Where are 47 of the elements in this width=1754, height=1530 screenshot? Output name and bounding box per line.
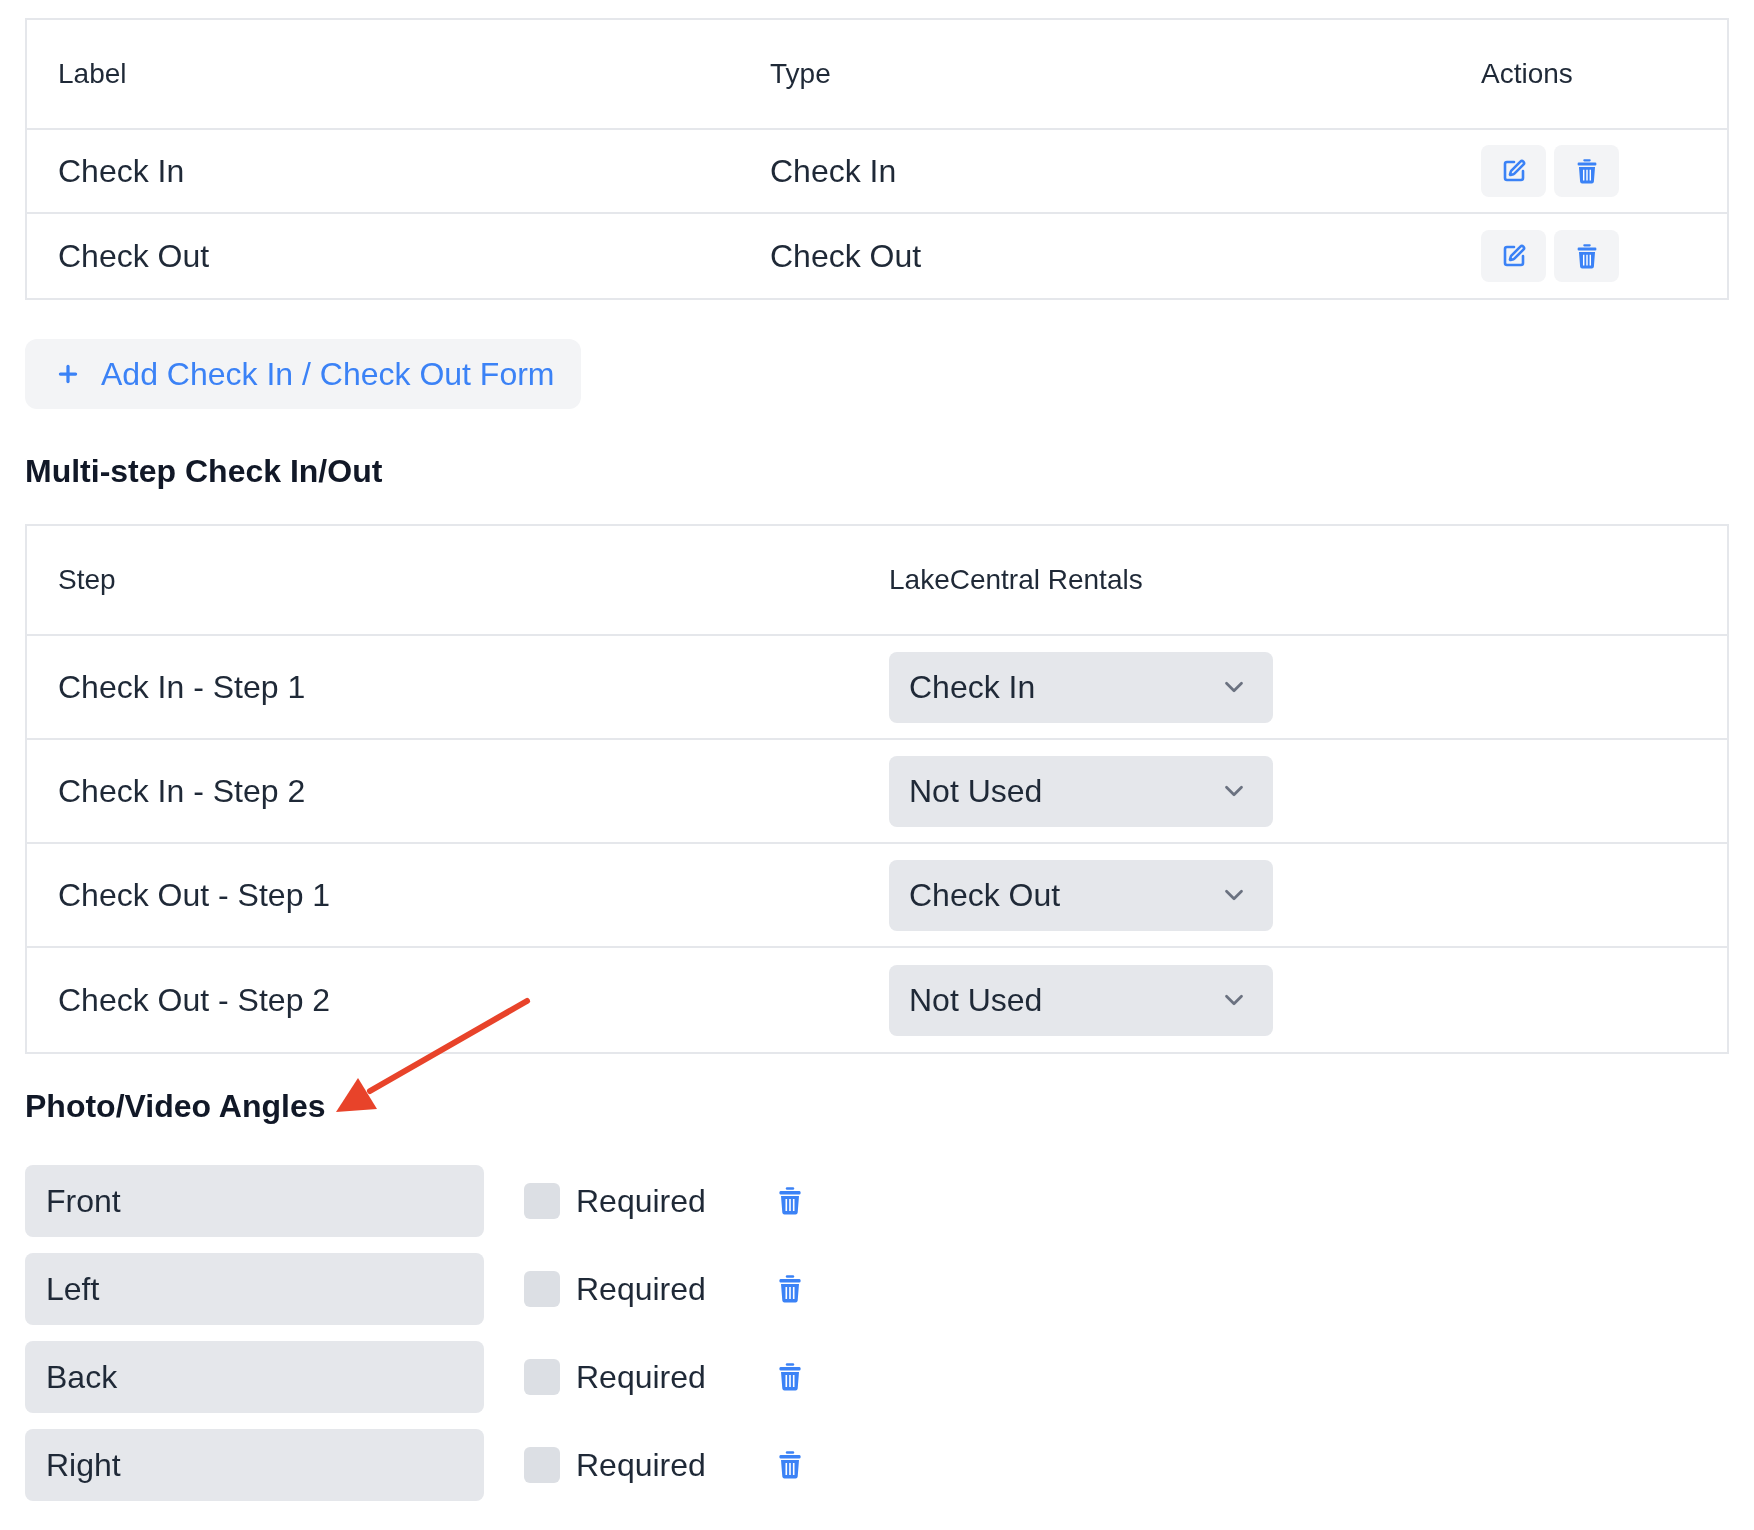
column-header: Type — [770, 58, 831, 89]
required-label: Required — [576, 1182, 706, 1220]
required-checkbox[interactable] — [524, 1447, 560, 1483]
column-header: Label — [58, 58, 127, 89]
angle-name-field[interactable]: Front — [25, 1165, 484, 1237]
delete-button[interactable] — [777, 1186, 802, 1216]
required-label: Required — [576, 1270, 706, 1308]
table-cell: Check Out - Step 2 — [58, 982, 331, 1018]
column-header: Step — [58, 564, 116, 595]
delete-button[interactable] — [777, 1450, 802, 1480]
required-label: Required — [576, 1358, 706, 1396]
trash-icon — [778, 1187, 801, 1215]
form-select[interactable]: Check In — [889, 651, 1273, 723]
table-cell: Check In — [58, 153, 185, 189]
edit-icon — [1501, 159, 1526, 183]
edit-icon — [1501, 244, 1526, 268]
trash-icon — [1576, 158, 1597, 184]
table-cell: Check Out — [58, 238, 210, 274]
delete-button[interactable] — [777, 1362, 802, 1392]
trash-icon — [778, 1275, 801, 1303]
form-select[interactable]: Not Used — [889, 755, 1273, 827]
table-cell: Check In — [770, 153, 897, 189]
required-label: Required — [576, 1446, 706, 1484]
form-select[interactable]: Not Used — [889, 964, 1273, 1036]
edit-button[interactable] — [1481, 145, 1546, 197]
table-cell: Check Out — [770, 238, 922, 274]
required-checkbox[interactable] — [524, 1271, 560, 1307]
section-heading: Photo/Video Angles — [25, 1087, 326, 1126]
trash-icon — [1576, 243, 1597, 269]
delete-button[interactable] — [1554, 145, 1619, 197]
required-checkbox[interactable] — [524, 1183, 560, 1219]
angle-name-field[interactable]: Right — [25, 1429, 484, 1501]
delete-button[interactable] — [1554, 230, 1619, 282]
column-header: Actions — [1481, 58, 1573, 89]
column-header: LakeCentral Rentals — [889, 564, 1143, 595]
table-cell: Check Out - Step 1 — [58, 877, 331, 913]
angle-name-field[interactable]: Back — [25, 1341, 484, 1413]
required-checkbox[interactable] — [524, 1359, 560, 1395]
delete-button[interactable] — [777, 1274, 802, 1304]
table-cell: Check In - Step 1 — [58, 669, 306, 705]
edit-button[interactable] — [1481, 230, 1546, 282]
table-cell: Check In - Step 2 — [58, 773, 306, 809]
section-heading: Multi-step Check In/Out — [25, 452, 383, 491]
form-select[interactable]: Check Out — [889, 859, 1273, 931]
trash-icon — [778, 1451, 801, 1479]
trash-icon — [778, 1363, 801, 1391]
angle-name-field[interactable]: Left — [25, 1253, 484, 1325]
